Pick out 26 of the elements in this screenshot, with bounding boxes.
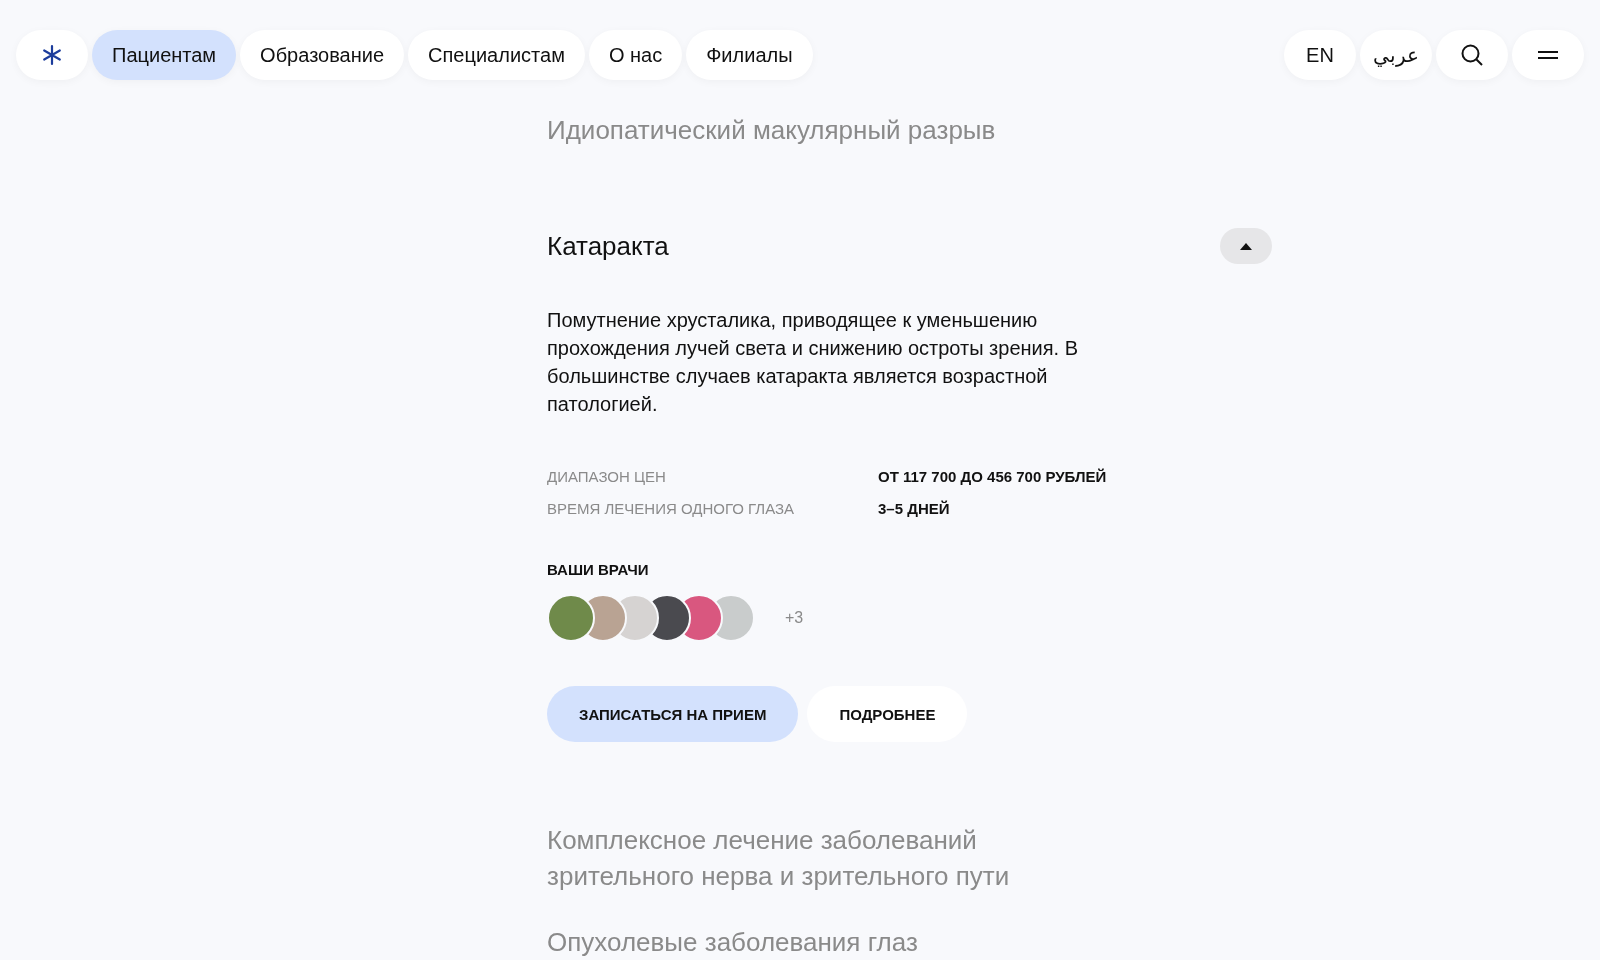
detail-value: 3–5 ДНЕЙ bbox=[878, 500, 951, 517]
details-button[interactable]: ПОДРОБНЕЕ bbox=[807, 686, 968, 742]
collapse-button[interactable] bbox=[1220, 228, 1272, 264]
language-button[interactable]: EN bbox=[1284, 30, 1356, 80]
menu-button[interactable] bbox=[1512, 30, 1584, 80]
menu-icon bbox=[1538, 51, 1558, 59]
doctors-heading: ВАШИ ВРАЧИ bbox=[547, 561, 650, 578]
section-title[interactable]: Катаракта bbox=[547, 228, 1047, 264]
language-button[interactable]: عربي bbox=[1360, 30, 1432, 80]
search-icon bbox=[1460, 43, 1484, 67]
appointment-button[interactable]: ЗАПИСАТЬСЯ НА ПРИЕМ bbox=[547, 686, 799, 742]
detail-label: ДИАПАЗОН ЦЕН bbox=[547, 468, 667, 485]
section-description: Помутнение хрусталика, приводящее к уменьшению прохождения лучей света и снижению остроты зрения. В большинстве случаев катаракта является возрастной патологией. bbox=[547, 308, 1080, 417]
logo-button[interactable] bbox=[16, 30, 88, 80]
search-button[interactable] bbox=[1436, 30, 1508, 80]
detail-value: ОТ 117 700 ДО 456 700 РУБЛЕЙ bbox=[878, 468, 1108, 485]
detail-label: ВРЕМЯ ЛЕЧЕНИЯ ОДНОГО ГЛАЗА bbox=[547, 500, 796, 517]
nav-tab[interactable]: О нас bbox=[588, 30, 683, 80]
asterisk-icon bbox=[41, 44, 63, 66]
doctor-photos-drawing[interactable] bbox=[547, 594, 755, 642]
nav-tab[interactable]: Филиалы bbox=[686, 30, 813, 80]
caret-up-icon bbox=[1240, 242, 1252, 250]
nav-tab[interactable]: Образование bbox=[240, 30, 405, 80]
nav-tab[interactable]: Специалистам bbox=[408, 30, 585, 80]
more-doctors-count: +3 bbox=[785, 609, 804, 627]
nav-tab[interactable]: Пациентам bbox=[92, 30, 237, 80]
